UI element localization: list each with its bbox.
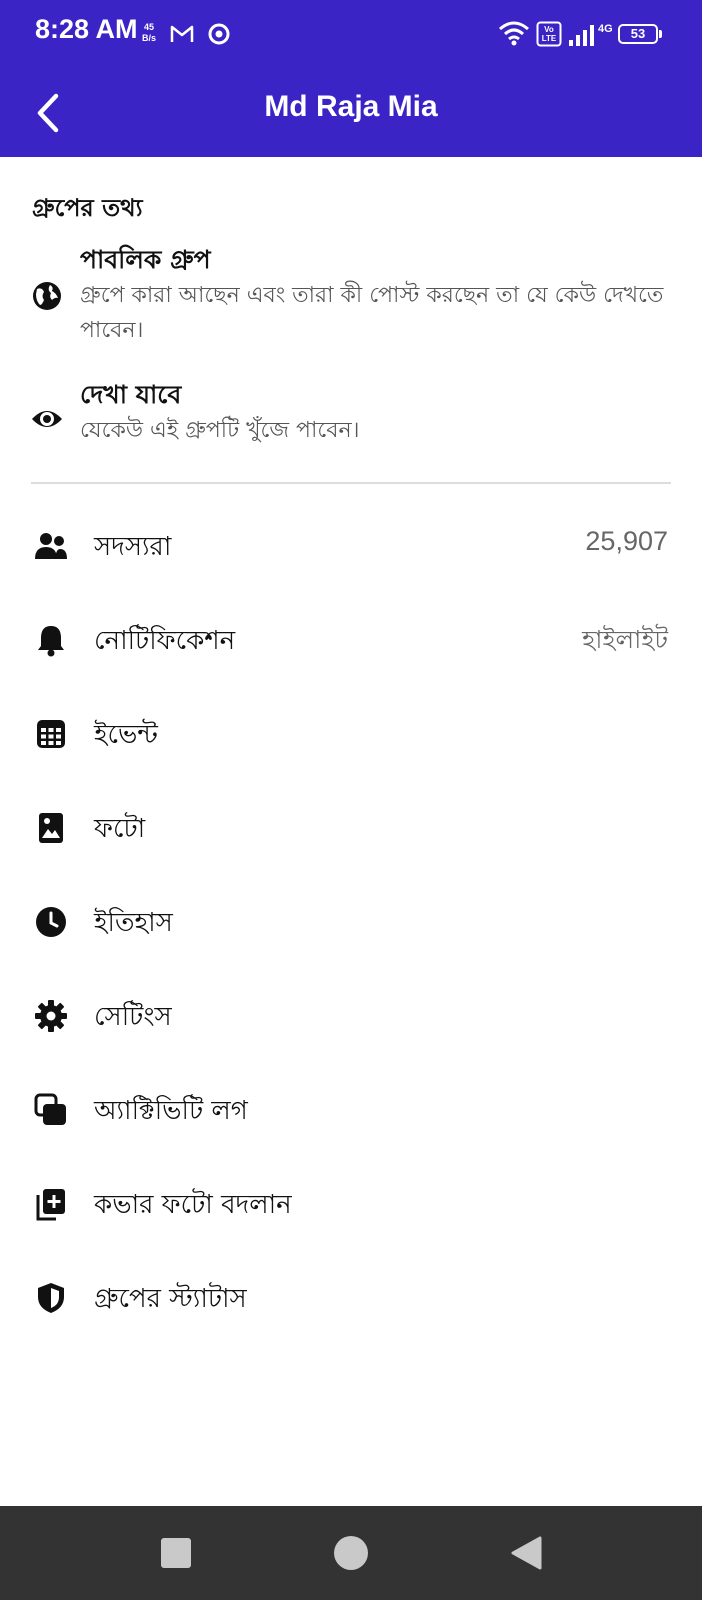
info-visible: দেখা যাবে যেকেউ এই গ্রুপটি খুঁজে পাবেন। (0, 375, 702, 455)
calendar-icon (37, 720, 65, 748)
photo-icon (39, 813, 63, 843)
menu-label: ইভেন্ট (94, 720, 158, 750)
menu-item-change-cover-photo[interactable]: কভার ফটো বদলান (0, 1160, 702, 1250)
gear-icon (35, 1000, 67, 1032)
add-photo-icon (36, 1189, 65, 1221)
menu-label: অ্যাক্টিভিটি লগ (94, 1096, 248, 1126)
4g-icon: 4G (598, 23, 613, 35)
svg-text:LTE: LTE (542, 34, 557, 43)
section-heading: গ্রুপের তথ্য (32, 194, 143, 222)
app-header: 8:28 AM 45 B/s Vo LTE 4G 53 Md Raja Mia (0, 0, 702, 157)
menu-label: গ্রুপের স্ট্যাটাস (94, 1284, 247, 1314)
svg-text:4G: 4G (598, 23, 613, 35)
status-bar: 8:28 AM 45 B/s Vo LTE 4G 53 (0, 0, 702, 70)
system-nav-bar (0, 1506, 702, 1600)
info-description: গ্রুপে কারা আছেন এবং তারা কী পোস্ট করছেন… (80, 283, 664, 343)
network-speed-value: 45 (144, 22, 155, 32)
gmail-icon (170, 25, 194, 42)
status-time: 8:28 AM (35, 14, 138, 44)
menu-item-notifications[interactable]: নোটিফিকেশন হাইলাইট (0, 596, 702, 686)
menu-label: কভার ফটো বদলান (94, 1190, 292, 1220)
battery-tip (659, 30, 662, 38)
members-count: 25,907 (585, 526, 668, 556)
activity-log-icon (34, 1093, 66, 1125)
eye-icon (32, 411, 62, 427)
menu-item-members[interactable]: সদস্যরা 25,907 (0, 502, 702, 592)
info-title: পাবলিক গ্রুপ (80, 245, 211, 274)
network-speed: 45 B/s (142, 22, 156, 44)
home-circle-icon[interactable] (334, 1536, 368, 1570)
page-title: Md Raja Mia (264, 90, 438, 123)
volte-icon: Vo LTE (536, 21, 562, 47)
members-icon (35, 533, 67, 559)
battery-icon: 53 (618, 24, 658, 44)
chrome-icon (208, 23, 230, 45)
menu-label: নোটিফিকেশন (94, 626, 236, 656)
info-public-group: পাবলিক গ্রুপ গ্রুপে কারা আছেন এবং তারা ক… (0, 240, 702, 350)
menu-item-activity-log[interactable]: অ্যাক্টিভিটি লগ (0, 1066, 702, 1156)
menu-label: সদস্যরা (94, 532, 172, 562)
menu-item-group-status[interactable]: গ্রুপের স্ট্যাটাস (0, 1254, 702, 1344)
clock-icon (36, 907, 66, 937)
svg-text:Vo: Vo (544, 25, 554, 34)
menu-item-photos[interactable]: ফটো (0, 784, 702, 874)
back-triangle-icon[interactable] (510, 1536, 542, 1570)
divider (31, 482, 671, 484)
menu-item-settings[interactable]: সেটিংস (0, 972, 702, 1062)
recents-square-icon[interactable] (161, 1538, 191, 1568)
menu-label: সেটিংস (94, 1002, 172, 1032)
menu-label: ইতিহাস (94, 908, 173, 938)
globe-icon (33, 282, 61, 310)
menu-item-history[interactable]: ইতিহাস (0, 878, 702, 968)
menu-label: ফটো (94, 814, 146, 844)
bell-icon (38, 626, 64, 657)
menu-item-events[interactable]: ইভেন্ট (0, 690, 702, 780)
notification-setting: হাইলাইট (582, 625, 668, 654)
wifi-icon (499, 21, 529, 46)
info-title: দেখা যাবে (80, 380, 182, 409)
signal-icon (569, 25, 594, 46)
shield-icon (38, 1283, 64, 1313)
info-description: যেকেউ এই গ্রুপটি খুঁজে পাবেন। (80, 418, 360, 443)
network-speed-unit: B/s (142, 33, 157, 43)
